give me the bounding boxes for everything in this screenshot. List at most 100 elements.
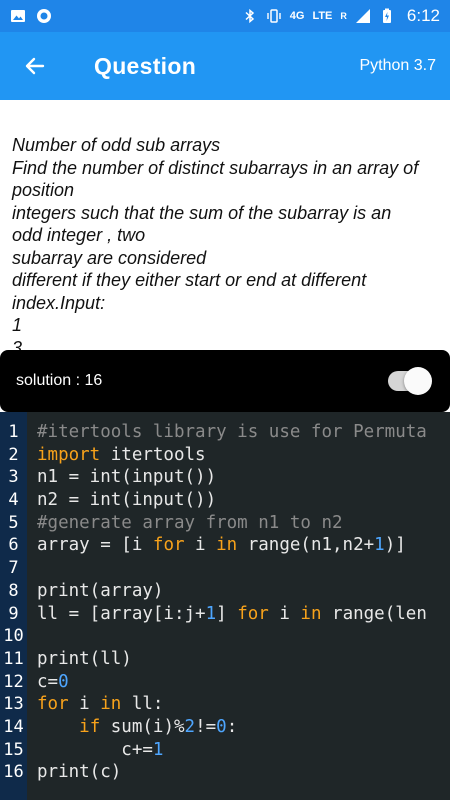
record-icon: [37, 9, 51, 23]
code-text: for i in ll:: [37, 693, 163, 716]
code-token: ll = [array[i:j+: [37, 603, 206, 624]
line-number: 5: [8, 512, 19, 533]
code-token: if: [79, 716, 101, 737]
code-line: 14 if sum(i)%2!=0:: [0, 716, 450, 739]
question-line: Number of odd sub arrays: [12, 135, 221, 155]
code-token: n1 = int(input()): [37, 467, 217, 488]
code-token: 0: [58, 671, 69, 692]
code-token: print(ll): [37, 648, 132, 669]
code-line: 13 for i in ll:: [0, 693, 450, 716]
code-token: in: [100, 694, 122, 715]
roaming-label: R: [340, 11, 347, 21]
line-number: 1: [8, 422, 19, 442]
question-line: different if they either start or end at…: [12, 270, 367, 290]
code-token: )]: [384, 535, 406, 556]
code-token: itertools: [100, 444, 206, 465]
gallery-icon: [11, 10, 25, 22]
code-line: 11 print(ll): [0, 648, 450, 671]
line-number: 15: [3, 739, 24, 760]
code-token: n2 = int(input()): [37, 490, 217, 511]
question-line: index.Input:: [12, 292, 106, 313]
code-token: c=: [37, 671, 59, 692]
line-number: 9: [8, 603, 19, 624]
code-text: c+=1: [37, 739, 163, 762]
code-text: print(array): [37, 580, 163, 603]
code-token: i: [68, 694, 101, 715]
code-token: #itertools library is use for Permuta: [37, 422, 427, 442]
lte-label: LTE: [312, 10, 333, 22]
code-token: in: [216, 535, 238, 556]
code-token: 1: [205, 603, 217, 624]
code-text: ll = [array[i:j+1] for i in range(len: [37, 603, 427, 626]
code-token: 1: [374, 535, 385, 556]
line-number: 16: [3, 762, 24, 783]
code-lines: 1 #itertools library is use for Permuta 2 i…: [0, 421, 450, 784]
question-line: 1: [12, 315, 23, 335]
code-token: range(len: [321, 603, 427, 624]
code-text: #generate array from n1 to n2: [37, 512, 343, 535]
code-editor[interactable]: 1 #itertools library is use for Permuta 2 i…: [0, 412, 450, 800]
code-line: 1 #itertools library is use for Permuta: [0, 421, 450, 444]
code-token: i: [268, 603, 301, 624]
question-line: odd integer , two: [12, 225, 146, 245]
code-token: 0: [216, 716, 227, 737]
line-number: 13: [3, 694, 24, 715]
question-line: subarray are considered: [12, 247, 207, 268]
line-number: 3: [8, 467, 19, 488]
line-number: 4: [8, 490, 19, 511]
code-line: 15 c+=1: [0, 739, 450, 762]
clock: 6:12: [406, 6, 440, 25]
solution-label: solution : 16: [16, 372, 103, 389]
code-token: c+=: [37, 739, 153, 760]
question-line: Find the number of distinct subarrays in…: [12, 157, 419, 178]
line-number: 10: [3, 626, 24, 647]
signal-icon: [355, 9, 370, 23]
line-number: 6: [8, 535, 19, 556]
code-line: 3 n1 = int(input()): [0, 466, 450, 489]
arrow-left-icon: [25, 57, 45, 75]
code-line: 4 n2 = int(input()): [0, 489, 450, 512]
code-token: :: [226, 716, 238, 737]
code-line: 10: [0, 625, 450, 648]
code-text: print(ll): [37, 648, 132, 671]
code-line: 16 print(c): [0, 761, 450, 784]
code-text: c=0: [37, 671, 69, 694]
code-token: print(array): [37, 580, 164, 601]
back-button[interactable]: [0, 32, 70, 100]
code-line: 8 print(array): [0, 580, 450, 603]
line-number: 12: [3, 671, 24, 692]
code-token: sum(i)%: [100, 716, 185, 737]
code-line: 7: [0, 557, 450, 580]
code-token: ll:: [121, 694, 164, 715]
app-bar: Question Python 3.7: [0, 32, 450, 100]
question-line: position: [12, 180, 75, 200]
page-title: Question: [94, 52, 197, 79]
code-token: i: [184, 535, 217, 556]
code-token: !=: [195, 716, 217, 737]
code-token: print(c): [37, 762, 122, 783]
code-line: 6 array = [i for i in range(n1,n2+1)]: [0, 534, 450, 557]
code-text: if sum(i)%2!=0:: [37, 716, 237, 739]
network-type-label: 4G: [289, 10, 305, 22]
line-number: 14: [3, 716, 24, 737]
code-token: for: [237, 603, 269, 624]
code-text: n1 = int(input()): [37, 466, 216, 489]
vibrate-icon: [267, 9, 281, 23]
code-line: 12 c=0: [0, 671, 450, 694]
code-line: 9 ll = [array[i:j+1] for i in range(len: [0, 603, 450, 626]
code-token: for: [152, 535, 185, 556]
battery-charging-icon: [382, 8, 391, 23]
code-token: #generate array from n1 to n2: [37, 512, 343, 533]
code-token: for: [37, 694, 69, 715]
code-token: ]: [216, 603, 238, 624]
solution-toggle[interactable]: [388, 367, 432, 395]
line-number: 11: [3, 648, 24, 669]
code-token: import: [37, 444, 101, 465]
code-token: in: [300, 603, 322, 624]
code-line: 5 #generate array from n1 to n2: [0, 512, 450, 535]
code-token: 2: [184, 716, 196, 737]
line-number: 2: [8, 444, 19, 465]
code-line: 2 import itertools: [0, 444, 450, 467]
code-token: 1: [152, 739, 164, 760]
